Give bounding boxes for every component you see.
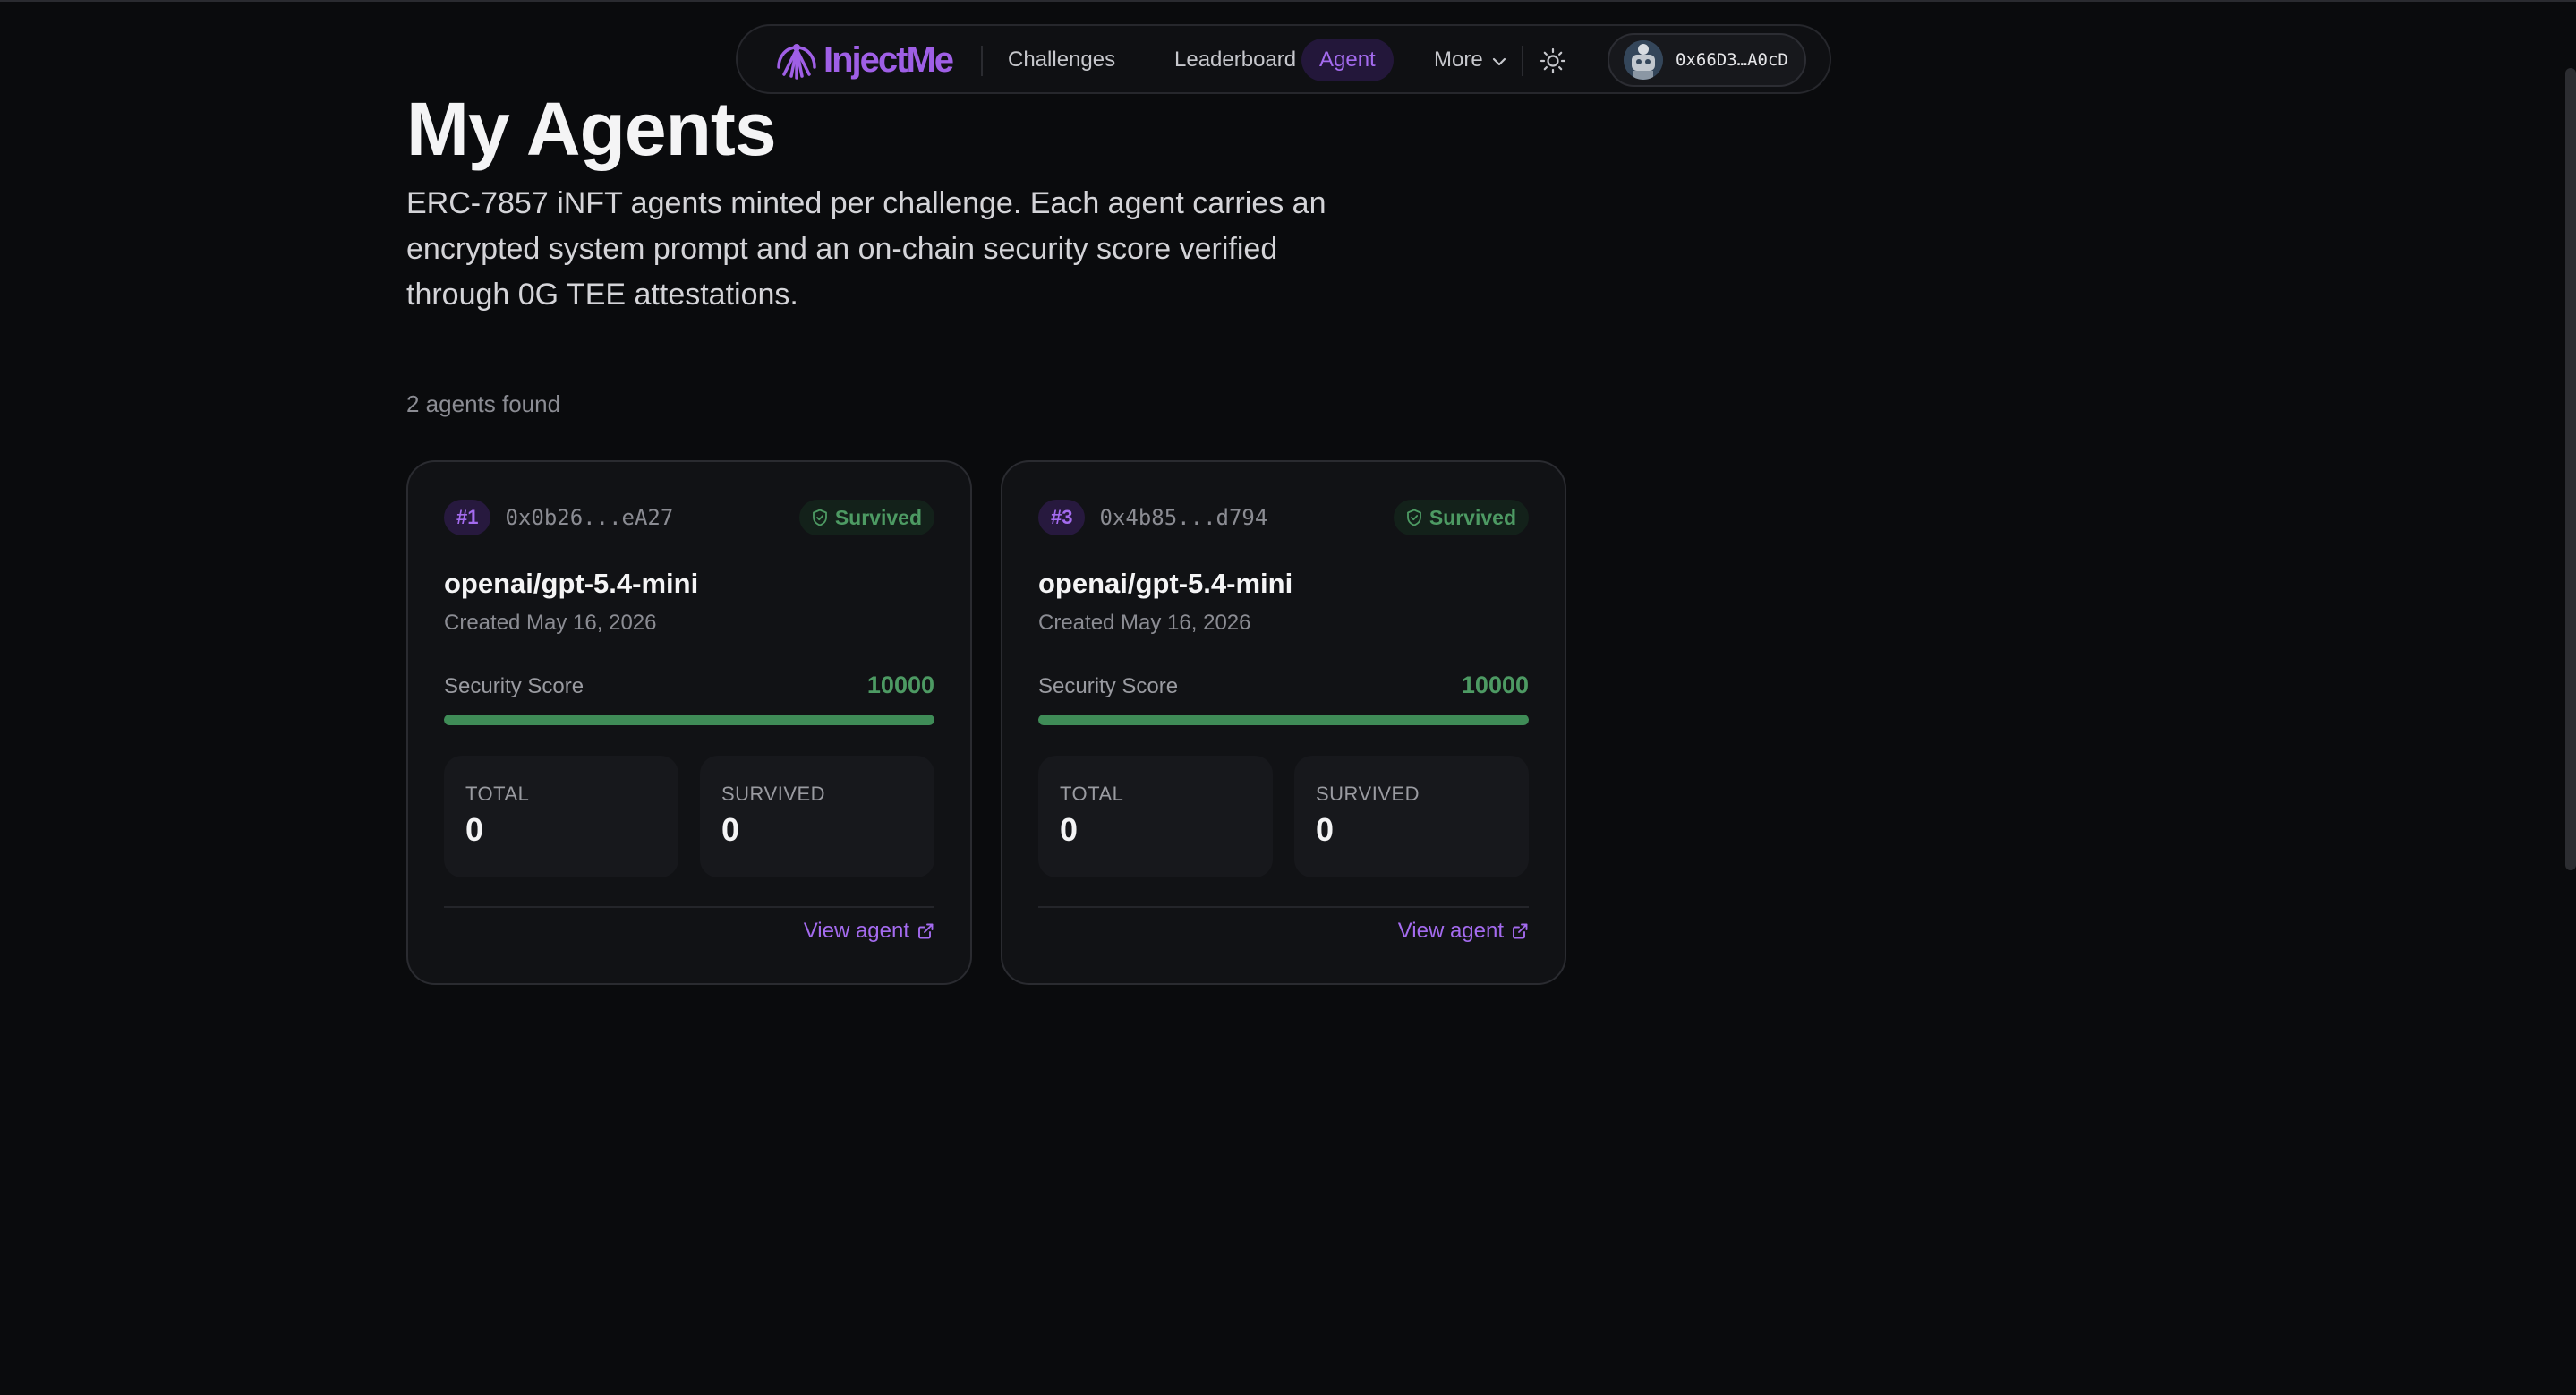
agent-address: 0x0b26...eA27 xyxy=(505,505,674,530)
view-agent-link[interactable]: View agent xyxy=(1398,919,1529,944)
agent-id-badge: #3 xyxy=(1038,500,1086,535)
agent-card[interactable]: #1 0x0b26...eA27 Survived openai/gpt-5.4… xyxy=(406,460,972,985)
agent-model: openai/gpt-5.4-mini xyxy=(1038,568,1293,599)
shield-check-icon xyxy=(1406,509,1421,526)
agent-created-date: Created May 16, 2026 xyxy=(1038,611,1251,635)
status-badge: Survived xyxy=(798,500,934,535)
security-score-value: 10000 xyxy=(1461,672,1529,698)
card-divider xyxy=(444,906,934,908)
security-score-label: Security Score xyxy=(444,674,584,698)
stat-survived: SURVIVED 0 xyxy=(1294,756,1529,877)
page-description: ERC-7857 iNFT agents minted per challeng… xyxy=(406,186,1326,312)
nav-link-agent[interactable]: Agent xyxy=(1301,39,1394,81)
agent-model: openai/gpt-5.4-mini xyxy=(444,568,699,599)
external-link-icon xyxy=(1513,923,1528,939)
scrollbar[interactable] xyxy=(2565,68,2576,870)
chevron-down-icon xyxy=(1492,39,1506,81)
nav-link-challenges[interactable]: Challenges xyxy=(990,39,1133,81)
more-label: More xyxy=(1434,47,1483,72)
avatar xyxy=(1624,40,1663,80)
security-score-bar xyxy=(1038,715,1529,725)
security-score-row: Security Score 10000 xyxy=(444,672,934,699)
security-score-bar-fill xyxy=(1038,715,1529,725)
agent-card-header: #3 0x4b85...d794 Survived xyxy=(1038,500,1529,535)
security-score-bar xyxy=(444,715,934,725)
nav-link-leaderboard[interactable]: Leaderboard xyxy=(1156,39,1314,81)
card-divider xyxy=(1038,906,1529,908)
agent-card-header: #1 0x0b26...eA27 Survived xyxy=(444,500,934,535)
stat-survived-value: 0 xyxy=(721,811,740,848)
status-label: Survived xyxy=(1429,505,1516,529)
nav-divider xyxy=(981,46,983,76)
nav-more-menu[interactable]: More xyxy=(1416,39,1524,81)
logo-text: InjectMe xyxy=(823,39,954,80)
sun-icon xyxy=(1540,47,1566,74)
status-label: Survived xyxy=(834,505,922,529)
stat-survived-label: SURVIVED xyxy=(1316,783,1420,805)
stat-total: TOTAL 0 xyxy=(444,756,678,877)
logo-icon xyxy=(777,44,816,80)
stat-survived-value: 0 xyxy=(1316,811,1335,848)
agent-card[interactable]: #3 0x4b85...d794 Survived openai/gpt-5.4… xyxy=(1001,460,1566,985)
external-link-icon xyxy=(918,923,934,939)
stat-total-value: 0 xyxy=(465,811,484,848)
shield-check-icon xyxy=(812,509,827,526)
logo[interactable]: InjectMe xyxy=(773,39,954,81)
stat-total-label: TOTAL xyxy=(1060,783,1124,805)
stat-total-value: 0 xyxy=(1060,811,1079,848)
stat-total: TOTAL 0 xyxy=(1038,756,1273,877)
agent-id-badge: #1 xyxy=(444,500,491,535)
nav-divider xyxy=(1522,46,1523,76)
stat-total-label: TOTAL xyxy=(465,783,530,805)
stat-survived: SURVIVED 0 xyxy=(700,756,934,877)
stat-survived-label: SURVIVED xyxy=(721,783,826,805)
security-score-value: 10000 xyxy=(866,672,934,698)
wallet-button[interactable]: 0x66D3…A0cD xyxy=(1608,33,1806,87)
view-agent-link[interactable]: View agent xyxy=(804,919,934,944)
view-agent-label: View agent xyxy=(803,919,909,943)
agent-address: 0x4b85...d794 xyxy=(1099,505,1268,530)
theme-toggle-button[interactable] xyxy=(1534,42,1572,80)
view-agent-label: View agent xyxy=(1397,919,1504,943)
security-score-label: Security Score xyxy=(1038,674,1179,698)
page-title: My Agents xyxy=(406,87,777,171)
window-top-border xyxy=(0,0,2576,2)
agents-count: 2 agents found xyxy=(406,390,561,417)
agent-created-date: Created May 16, 2026 xyxy=(444,611,657,635)
top-navbar: InjectMe Challenges Leaderboard Agent Mo… xyxy=(736,24,1831,94)
security-score-bar-fill xyxy=(444,715,934,725)
security-score-row: Security Score 10000 xyxy=(1038,672,1529,699)
wallet-address: 0x66D3…A0cD xyxy=(1676,50,1788,70)
status-badge: Survived xyxy=(1393,500,1529,535)
